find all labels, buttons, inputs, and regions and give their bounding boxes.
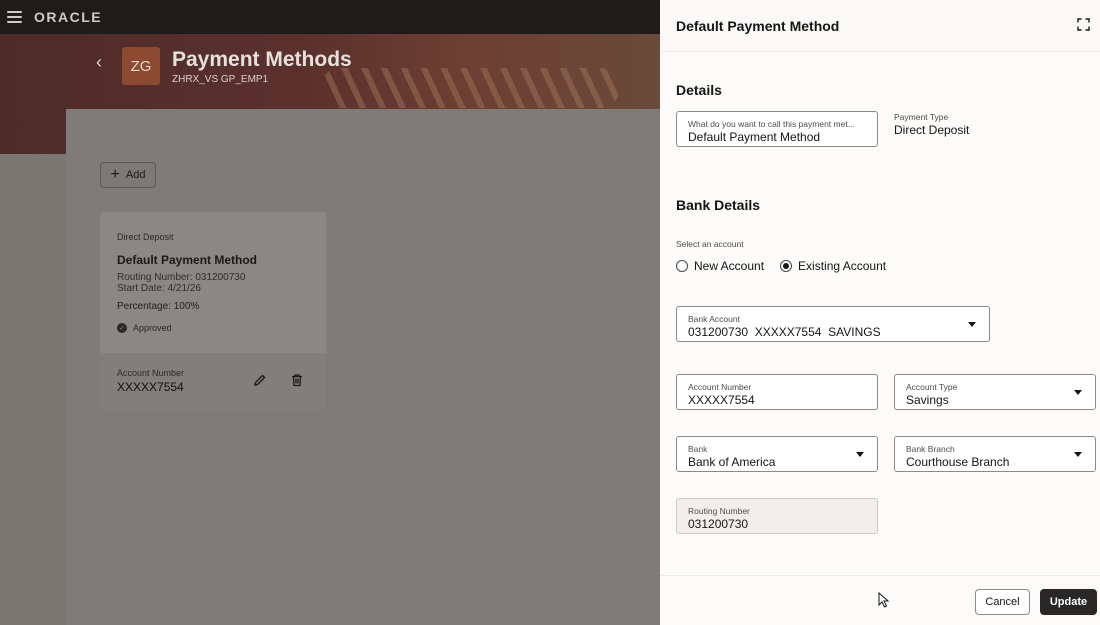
- delete-trash-icon[interactable]: [290, 373, 304, 387]
- chevron-down-icon: [1074, 390, 1082, 395]
- radio-selected-icon: [780, 260, 793, 272]
- card-percentage: Percentage: 100%: [117, 301, 200, 312]
- new-account-label: New Account: [694, 259, 765, 273]
- bank-account-select[interactable]: Bank Account 031200730 XXXXX7554 SAVINGS: [676, 306, 990, 342]
- account-number-field-label: Account Number: [688, 382, 752, 392]
- card-payment-name: Default Payment Method: [117, 253, 258, 267]
- bank-select[interactable]: Bank Bank of America: [676, 436, 878, 472]
- bank-account-label: Bank Account: [688, 314, 740, 324]
- payment-method-card[interactable]: Direct Deposit Default Payment Method Ro…: [100, 212, 326, 410]
- payment-method-name-label: What do you want to call this payment me…: [688, 119, 855, 129]
- expand-fullscreen-icon[interactable]: [1077, 18, 1090, 31]
- plus-icon: +: [110, 166, 120, 183]
- card-account-strip: Account Number XXXXX7554: [100, 353, 326, 410]
- bank-details-section-title: Bank Details: [676, 197, 761, 213]
- mouse-pointer-icon: [878, 592, 890, 608]
- payment-type-value: Direct Deposit: [894, 123, 970, 137]
- account-radio-group: New Account Existing Account: [676, 259, 902, 273]
- back-chevron-icon[interactable]: ‹: [96, 52, 102, 73]
- hamburger-menu-icon[interactable]: [7, 11, 22, 23]
- chevron-down-icon: [856, 452, 864, 457]
- oracle-logo: ORACLE: [34, 9, 103, 25]
- edit-pencil-icon[interactable]: [253, 373, 267, 387]
- chevron-down-icon: [968, 322, 976, 327]
- bank-account-value: 031200730 XXXXX7554 SAVINGS: [688, 325, 881, 339]
- routing-number-field: Routing Number 031200730: [676, 498, 878, 534]
- bank-branch-value: Courthouse Branch: [906, 455, 1010, 469]
- payment-method-name-field[interactable]: What do you want to call this payment me…: [676, 111, 878, 147]
- bank-branch-select[interactable]: Bank Branch Courthouse Branch: [894, 436, 1096, 472]
- new-account-radio[interactable]: New Account: [676, 259, 764, 273]
- card-payment-type: Direct Deposit: [117, 232, 174, 242]
- drawer-header: Default Payment Method: [660, 0, 1100, 52]
- page-subtitle: ZHRX_VS GP_EMP1: [172, 74, 269, 85]
- card-start-date: Start Date: 4/21/26: [117, 283, 201, 294]
- payment-method-name-value: Default Payment Method: [688, 130, 821, 144]
- cancel-button[interactable]: Cancel: [975, 589, 1030, 615]
- account-number-label: Account Number: [117, 368, 185, 378]
- account-type-select[interactable]: Account Type Savings: [894, 374, 1096, 410]
- drawer-title: Default Payment Method: [676, 18, 840, 34]
- existing-account-label: Existing Account: [798, 259, 887, 273]
- update-button[interactable]: Update: [1040, 589, 1097, 615]
- card-routing-number: Routing Number: 031200730: [117, 272, 246, 283]
- routing-number-value: 031200730: [688, 517, 749, 531]
- background-page: ORACLE ‹ ZG Payment Methods ZHRX_VS GP_E…: [0, 0, 660, 625]
- account-type-label: Account Type: [906, 382, 958, 392]
- account-number-value: XXXXX7554: [117, 380, 184, 394]
- existing-account-radio[interactable]: Existing Account: [780, 259, 886, 273]
- status-badge: ✓ Approved: [117, 323, 172, 333]
- avatar: ZG: [122, 47, 160, 85]
- chevron-down-icon: [1074, 452, 1082, 457]
- bank-branch-label: Bank Branch: [906, 444, 955, 454]
- edit-payment-method-drawer: Default Payment Method Details What do y…: [660, 0, 1100, 625]
- account-number-field-value: XXXXX7554: [688, 393, 755, 407]
- radio-unselected-icon: [676, 260, 688, 272]
- payment-type-label: Payment Type: [894, 112, 949, 122]
- page-title: Payment Methods: [172, 48, 352, 71]
- add-button-label: Add: [125, 169, 146, 181]
- account-number-field[interactable]: Account Number XXXXX7554: [676, 374, 878, 410]
- routing-number-label: Routing Number: [688, 506, 750, 516]
- add-button[interactable]: + Add: [100, 162, 156, 188]
- bank-value: Bank of America: [688, 455, 776, 469]
- bank-label: Bank: [688, 444, 708, 454]
- details-section-title: Details: [676, 82, 722, 98]
- account-type-value: Savings: [906, 393, 949, 407]
- banner-decoration: [320, 68, 620, 108]
- top-bar: ORACLE: [0, 0, 660, 34]
- select-account-label: Select an account: [676, 239, 744, 249]
- status-label: Approved: [133, 323, 172, 333]
- check-circle-icon: ✓: [117, 323, 127, 333]
